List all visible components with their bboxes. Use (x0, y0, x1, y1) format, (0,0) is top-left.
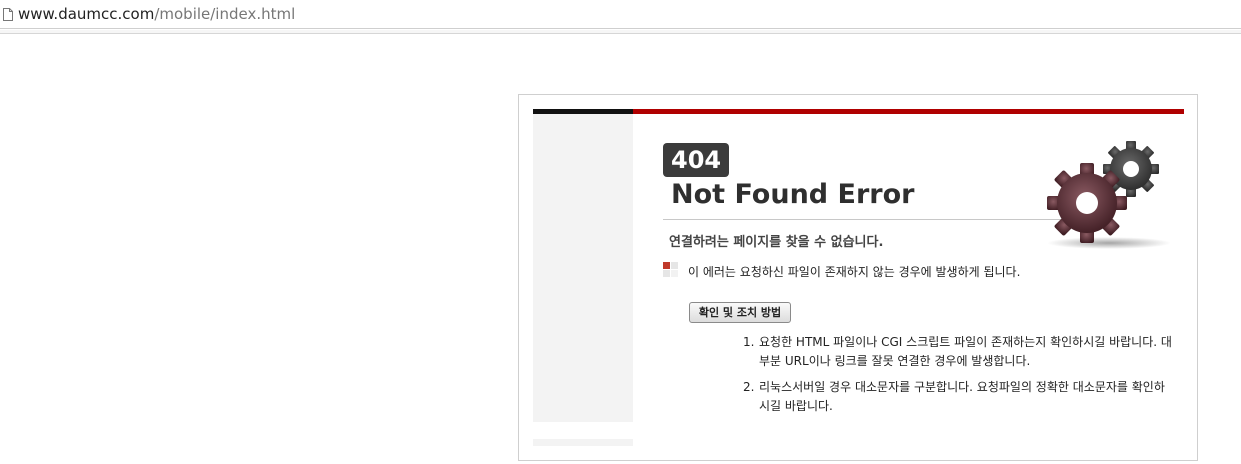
bullet-icon (663, 262, 679, 278)
error-subtitle: 연결하려는 페이지를 찾을 수 없습니다. (669, 235, 884, 250)
error-code-badge: 404 (663, 143, 730, 177)
header-bar-red (633, 109, 1184, 114)
guide-button[interactable]: 확인 및 조치 방법 (689, 302, 791, 323)
document-icon (3, 8, 13, 21)
gears-icon (1047, 141, 1171, 249)
error-panel: 404 Not Found Error 연결하려는 페이지를 찾을 수 없습니다… (518, 94, 1198, 461)
panel-gap (519, 422, 1197, 439)
steps-list: 1. 요청한 HTML 파일이나 CGI 스크립트 파일이 존재하는지 확인하시… (743, 333, 1173, 423)
step-number: 1. (743, 335, 755, 349)
url-domain: www.daumcc.com (18, 5, 155, 23)
title-divider (663, 219, 1065, 220)
step-text: 요청한 HTML 파일이나 CGI 스크립트 파일이 존재하는지 확인하시길 바… (759, 335, 1172, 368)
url-path: /mobile/index.html (154, 5, 296, 23)
url-text[interactable]: www.daumcc.com/mobile/index.html (18, 5, 295, 23)
address-bar[interactable]: www.daumcc.com/mobile/index.html (0, 0, 1241, 29)
step-text: 리눅스서버일 경우 대소문자를 구분합니다. 요청파일의 정확한 대소문자를 확… (759, 380, 1165, 413)
error-title: Not Found Error (671, 179, 915, 210)
list-item: 2. 리눅스서버일 경우 대소문자를 구분합니다. 요청파일의 정확한 대소문자… (743, 378, 1173, 416)
side-panel (533, 114, 633, 446)
toolbar-divider (0, 30, 1241, 34)
list-item: 1. 요청한 HTML 파일이나 CGI 스크립트 파일이 존재하는지 확인하시… (743, 333, 1173, 371)
step-number: 2. (743, 380, 755, 394)
error-description: 이 에러는 요청하신 파일이 존재하지 않는 경우에 발생하게 됩니다. (688, 265, 1021, 279)
